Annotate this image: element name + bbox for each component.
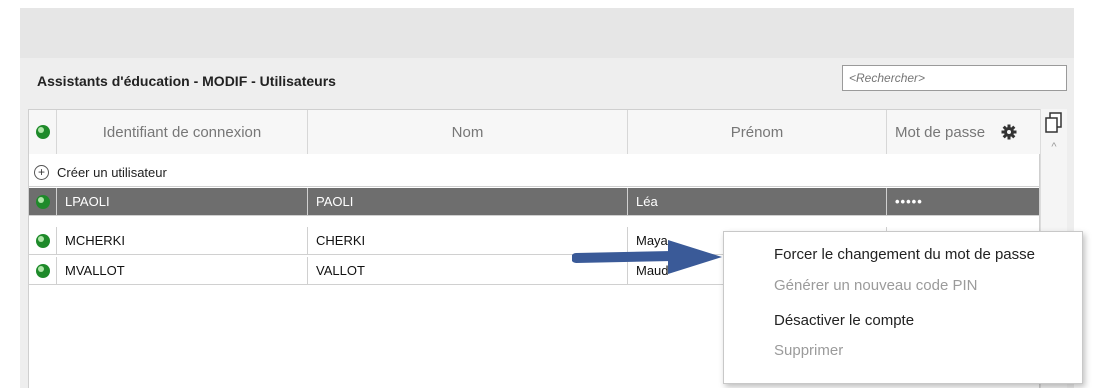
cell-password[interactable]: ••••• (887, 188, 1040, 216)
gear-icon[interactable] (1001, 124, 1017, 140)
cell-nom[interactable]: PAOLI (308, 188, 628, 216)
context-menu: Forcer le changement du mot de passe Gén… (723, 231, 1083, 384)
top-toolbar-area (20, 8, 1074, 58)
scroll-up-chevron-icon[interactable]: ^ (1046, 141, 1062, 153)
row-status (29, 188, 57, 216)
status-column-header[interactable] (29, 110, 57, 154)
menu-item-delete[interactable]: Supprimer (774, 342, 843, 359)
header-login[interactable]: Identifiant de connexion (57, 110, 308, 154)
row-status (29, 257, 57, 285)
status-dot-icon (35, 263, 50, 278)
search-input[interactable] (842, 65, 1067, 91)
cell-prenom[interactable]: Léa (628, 188, 887, 216)
menu-item-generate-pin[interactable]: Générer un nouveau code PIN (774, 277, 977, 294)
cell-login[interactable]: MCHERKI (57, 227, 308, 255)
header-prenom[interactable]: Prénom (628, 110, 887, 154)
header-password-label: Mot de passe (895, 123, 986, 141)
status-dot-icon (35, 194, 50, 209)
menu-item-force-password-change[interactable]: Forcer le changement du mot de passe (774, 246, 1035, 263)
copy-icon[interactable] (1044, 111, 1064, 135)
cell-login[interactable]: MVALLOT (57, 257, 308, 285)
status-dot-icon (35, 125, 50, 139)
panel-title: Assistants d'éducation - MODIF - Utilisa… (37, 73, 336, 89)
plus-circle-icon: + (34, 165, 49, 180)
header-password[interactable]: Mot de passe (887, 110, 1040, 154)
menu-item-deactivate-account[interactable]: Désactiver le compte (774, 312, 914, 329)
create-user-row[interactable]: + Créer un utilisateur (28, 159, 1040, 187)
create-user-label: Créer un utilisateur (57, 165, 167, 180)
row-status (29, 227, 57, 255)
cell-login[interactable]: LPAOLI (57, 188, 308, 216)
header-nom[interactable]: Nom (308, 110, 628, 154)
status-dot-icon (35, 233, 50, 248)
arrow-annotation-icon (572, 240, 722, 274)
